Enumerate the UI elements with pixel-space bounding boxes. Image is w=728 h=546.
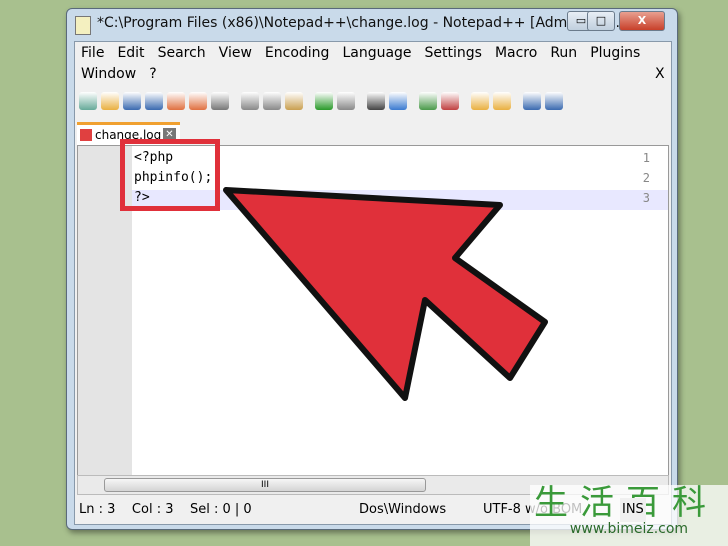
status-mode: INS: [620, 498, 646, 522]
arrow-annotation: [223, 187, 548, 401]
watermark-url: www.bimeiz.com: [569, 521, 689, 537]
red-arrow: [223, 187, 548, 401]
